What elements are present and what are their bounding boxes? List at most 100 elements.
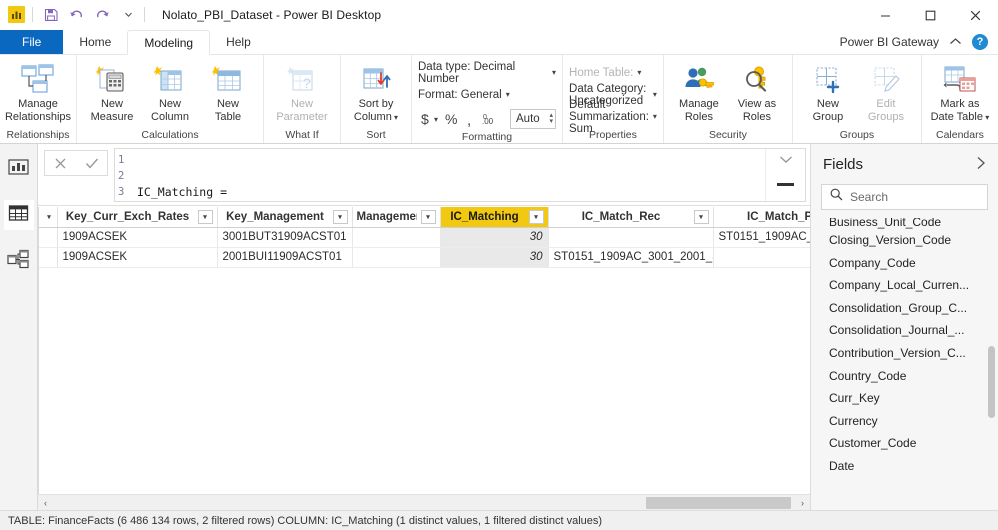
field-item-company-local-currency[interactable]: Company_Local_Curren... [829, 274, 998, 297]
commit-check-icon[interactable] [76, 151, 107, 175]
tab-modeling[interactable]: Modeling [127, 30, 211, 55]
undo-icon[interactable] [68, 6, 85, 23]
fields-list[interactable]: Business_Unit_Code Closing_Version_Code … [811, 218, 998, 510]
maximize-button[interactable] [908, 0, 953, 30]
new-column-button[interactable]: New Column [141, 60, 199, 125]
ribbon-tab-bar: File Home Modeling Help Power BI Gateway… [0, 30, 998, 55]
chevron-right-icon[interactable] [976, 156, 986, 173]
column-header-key-management[interactable]: Key_Management ▾ [217, 207, 353, 228]
new-measure-button[interactable]: New Measure [83, 60, 141, 125]
field-item-curr-key[interactable]: Curr_Key [829, 387, 998, 410]
cell-ic-matching[interactable]: 30 [440, 227, 549, 248]
cell-key-management[interactable]: 2001BUI11909ACST01 [217, 247, 353, 268]
new-table-button[interactable]: New Table [199, 60, 257, 125]
filter-icon[interactable]: ▾ [693, 209, 709, 224]
scrollbar-thumb[interactable] [646, 496, 791, 509]
data-type-dropdown[interactable]: Data type: Decimal Number ▾ [418, 61, 556, 85]
row-header-corner[interactable]: ▾ [39, 207, 58, 228]
search-input[interactable] [850, 190, 979, 204]
cell-ic-match-pay[interactable]: ST0151_1909AC_3001_2001_SEK [713, 227, 810, 248]
table-row[interactable]: 1909ACSEK 3001BUT31909ACST01 30 ST0151_1… [39, 227, 810, 248]
chevron-up-icon[interactable] [949, 35, 962, 49]
mark-as-date-table-button[interactable]: Mark as Date Table ▾ [928, 60, 992, 126]
chevron-down-icon[interactable] [779, 153, 793, 167]
view-as-roles-button[interactable]: View as Roles [728, 60, 786, 125]
field-item-date[interactable]: Date [829, 455, 998, 478]
customize-qat-icon[interactable] [120, 6, 137, 23]
cell-key-curr-exch-rates[interactable]: 1909ACSEK [57, 247, 218, 268]
filter-icon[interactable]: ▾ [332, 209, 348, 224]
manage-relationships-button[interactable]: Manage Relationships [5, 60, 71, 125]
fields-vertical-scrollbar[interactable] [987, 218, 996, 510]
cell-key-management[interactable]: 3001BUT31909ACST01 [217, 227, 353, 248]
filter-icon[interactable]: ▾ [528, 209, 544, 224]
column-header-ic-match-rec[interactable]: IC_Match_Rec ▾ [548, 207, 714, 228]
redo-icon[interactable] [94, 6, 111, 23]
scroll-left-icon[interactable]: ‹ [38, 498, 53, 508]
formula-line-numbers: 1 2 3 [115, 149, 137, 201]
minimize-icon[interactable] [777, 183, 794, 186]
cell-managemen[interactable] [352, 247, 441, 268]
grid-horizontal-scrollbar[interactable]: ‹ › [38, 494, 810, 510]
row-selector[interactable] [39, 227, 58, 248]
tab-file[interactable]: File [0, 30, 64, 54]
cell-key-curr-exch-rates[interactable]: 1909ACSEK [57, 227, 218, 248]
model-view-button[interactable] [4, 246, 34, 276]
close-button[interactable] [953, 0, 998, 30]
field-item-country-code[interactable]: Country_Code [829, 365, 998, 388]
percent-icon[interactable]: % [444, 111, 459, 127]
field-item-contribution-version-code[interactable]: Contribution_Version_C... [829, 342, 998, 365]
filter-icon[interactable]: ▾ [43, 210, 55, 223]
data-grid[interactable]: ▾ Key_Curr_Exch_Rates ▾ Key_Management ▾… [38, 207, 810, 494]
cell-ic-match-pay[interactable] [713, 247, 810, 268]
format-dropdown[interactable]: Format: General ▾ [418, 85, 556, 104]
formula-measure-name: IC_Matching = [137, 185, 228, 199]
help-icon[interactable]: ? [972, 34, 988, 50]
new-parameter-button[interactable]: ? New Parameter [270, 60, 334, 125]
field-item-consolidation-group-code[interactable]: Consolidation_Group_C... [829, 297, 998, 320]
column-header-key-curr-exch-rates[interactable]: Key_Curr_Exch_Rates ▾ [57, 207, 218, 228]
cancel-x-icon[interactable] [45, 151, 76, 175]
thousands-separator-icon[interactable]: , [465, 111, 476, 127]
field-item-closing-version-code[interactable]: Closing_Version_Code [829, 229, 998, 252]
new-group-button[interactable]: New Group [799, 60, 857, 125]
decimal-auto-stepper[interactable]: Auto ▴ ▾ [510, 109, 557, 129]
cell-ic-match-rec[interactable]: ST0151_1909AC_3001_2001_SEK [548, 247, 714, 268]
column-header-ic-match-pay[interactable]: IC_Match_Pay ▾ [713, 207, 810, 228]
field-item-consolidation-journal[interactable]: Consolidation_Journal_... [829, 319, 998, 342]
table-row[interactable]: 1909ACSEK 2001BUI11909ACST01 30 ST0151_1… [39, 247, 810, 268]
formula-editor[interactable]: 1 2 3 IC_Matching = LOOKUPVALUE(FinanceF… [114, 148, 806, 202]
power-bi-gateway-label[interactable]: Power BI Gateway [840, 35, 939, 49]
report-view-button[interactable] [4, 154, 34, 184]
currency-icon[interactable]: $ ▾ [418, 111, 438, 127]
field-item-business-unit-code[interactable]: Business_Unit_Code [829, 218, 998, 229]
edit-groups-button[interactable]: Edit Groups [857, 60, 915, 125]
cell-ic-matching[interactable]: 30 [440, 247, 549, 268]
column-header-ic-matching[interactable]: IC_Matching ▾ [440, 207, 549, 228]
fields-search-box[interactable] [821, 184, 988, 210]
field-item-currency[interactable]: Currency [829, 410, 998, 433]
data-view-button[interactable] [3, 200, 34, 230]
scroll-right-icon[interactable]: › [795, 498, 810, 508]
column-label: IC_Matching [450, 210, 519, 223]
cell-managemen[interactable] [352, 227, 441, 248]
field-item-company-code[interactable]: Company_Code [829, 252, 998, 275]
save-icon[interactable] [42, 6, 59, 23]
decimal-places-icon[interactable]: .00 0 [482, 111, 502, 127]
cell-ic-match-rec[interactable] [548, 227, 714, 248]
scrollbar-thumb[interactable] [988, 346, 995, 418]
manage-roles-button[interactable]: Manage Roles [670, 60, 728, 125]
filter-icon[interactable]: ▾ [420, 209, 436, 224]
scrollbar-track[interactable] [53, 495, 795, 510]
filter-icon[interactable]: ▾ [197, 209, 213, 224]
tab-help[interactable]: Help [210, 30, 267, 54]
formula-text[interactable]: IC_Matching = LOOKUPVALUE(FinanceFacts[A… [137, 149, 765, 201]
column-header-managemen[interactable]: Managemen ▾ [352, 207, 441, 228]
tab-home[interactable]: Home [63, 30, 127, 54]
field-item-customer-code[interactable]: Customer_Code [829, 432, 998, 455]
minimize-button[interactable] [863, 0, 908, 30]
sort-by-column-button[interactable]: Sort by Column ▾ [347, 60, 405, 126]
home-table-dropdown[interactable]: Home Table: ▾ [569, 63, 657, 82]
default-summarization-dropdown[interactable]: Default Summarization: Sum ▾ [569, 99, 657, 135]
row-selector[interactable] [39, 247, 58, 268]
